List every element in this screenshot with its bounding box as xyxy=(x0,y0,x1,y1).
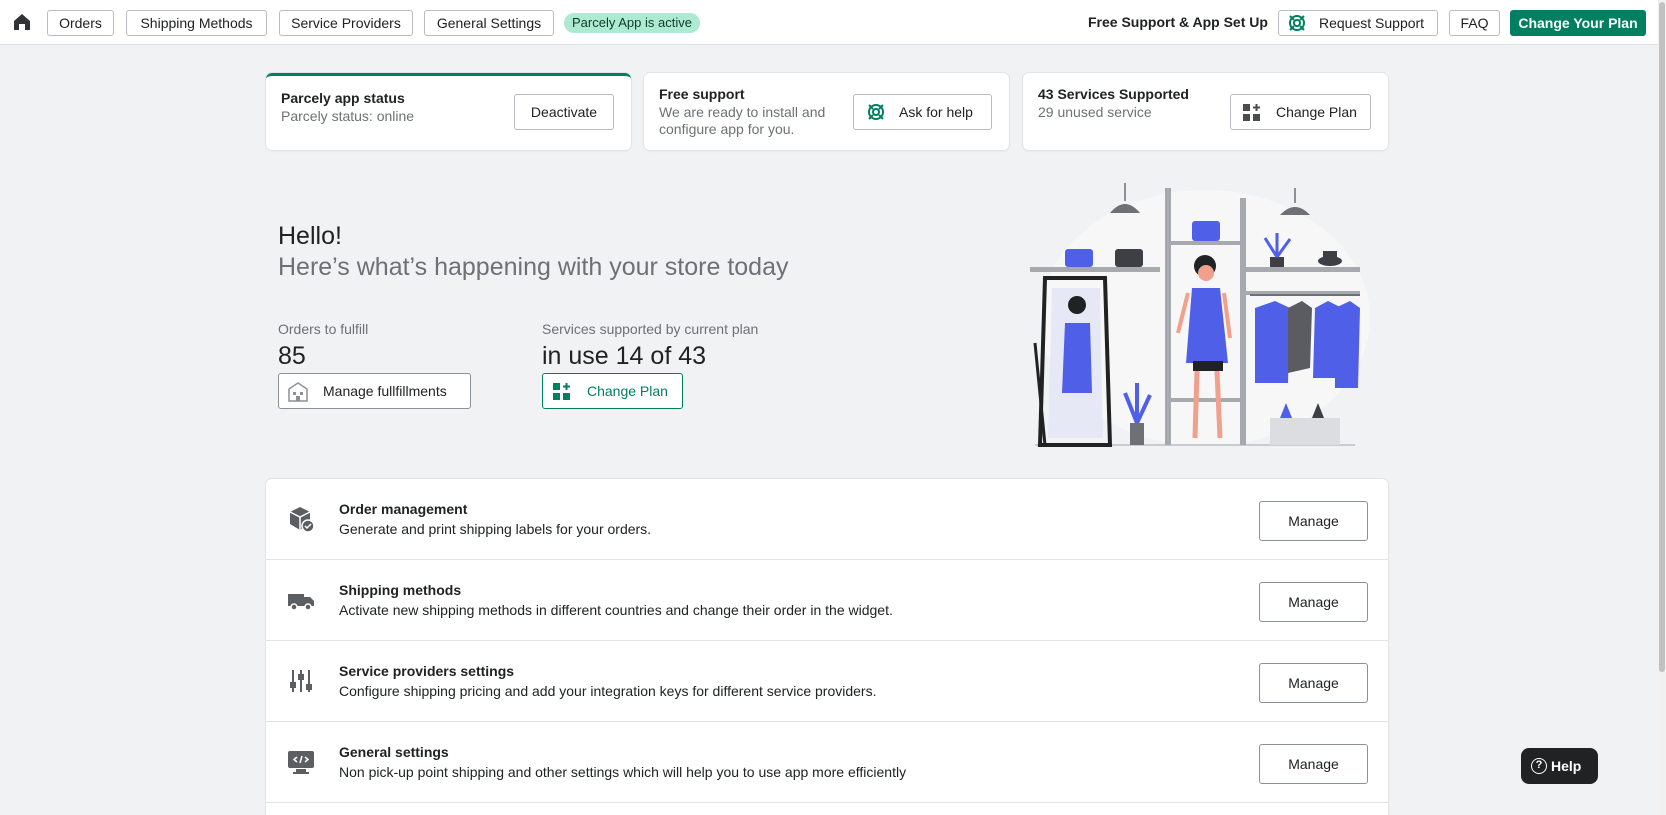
list-item: Order management Generate and print ship… xyxy=(266,479,1388,560)
shipping-methods-title: Shipping methods xyxy=(339,582,462,598)
help-button[interactable]: ? Help xyxy=(1521,748,1598,784)
help-label: Help xyxy=(1551,758,1582,774)
change-your-plan-button[interactable]: Change Your Plan xyxy=(1510,10,1646,36)
order-management-title: Order management xyxy=(339,501,468,517)
apps-plus-icon xyxy=(553,383,570,400)
scrollbar-thumb[interactable] xyxy=(1659,2,1665,672)
services-supported-label: Services supported by current plan xyxy=(542,321,759,337)
ask-for-help-button[interactable]: Ask for help xyxy=(853,94,992,130)
package-check-icon xyxy=(289,507,315,533)
service-providers-desc: Configure shipping pricing and add your … xyxy=(339,683,877,699)
faq-button[interactable]: FAQ xyxy=(1449,10,1500,36)
services-in-use-value: in use 14 of 43 xyxy=(542,342,707,370)
deactivate-button[interactable]: Deactivate xyxy=(514,94,614,130)
unused-services-subtitle: 29 unused service xyxy=(1038,104,1152,120)
card-change-plan-button[interactable]: Change Plan xyxy=(1230,94,1371,130)
building-icon xyxy=(288,382,308,402)
lifebuoy-icon xyxy=(868,104,884,120)
home-icon[interactable] xyxy=(12,12,32,32)
nav-service-providers-button[interactable]: Service Providers xyxy=(279,10,413,36)
manage-shipping-methods-button[interactable]: Manage xyxy=(1259,582,1368,622)
app-status-title: Parcely app status xyxy=(281,90,405,106)
app-status-card: Parcely app status Parcely status: onlin… xyxy=(266,73,631,150)
free-support-title: Free support xyxy=(659,86,745,102)
orders-to-fulfill-label: Orders to fulfill xyxy=(278,321,369,337)
hello-heading: Hello! xyxy=(278,222,342,250)
sliders-icon xyxy=(290,670,312,692)
shipping-methods-desc: Activate new shipping methods in differe… xyxy=(339,602,893,618)
manage-service-providers-button[interactable]: Manage xyxy=(1259,663,1368,703)
orders-to-fulfill-value: 85 xyxy=(278,342,306,370)
nav-orders-button[interactable]: Orders xyxy=(47,10,114,36)
services-supported-card: 43 Services Supported 29 unused service … xyxy=(1023,73,1388,150)
page-scrollbar[interactable] xyxy=(1658,0,1666,815)
free-support-subtitle-line2: configure app for you. xyxy=(659,121,795,137)
free-support-subtitle-line1: We are ready to install and xyxy=(659,104,826,120)
features-list: Order management Generate and print ship… xyxy=(266,479,1388,815)
general-settings-title: General settings xyxy=(339,744,449,760)
manage-general-settings-button[interactable]: Manage xyxy=(1259,744,1368,784)
app-status-subtitle: Parcely status: online xyxy=(281,108,415,124)
service-providers-title: Service providers settings xyxy=(339,663,515,679)
manage-fulfillments-label: Manage fullfillments xyxy=(323,383,447,399)
nav-shipping-methods-button[interactable]: Shipping Methods xyxy=(126,10,267,36)
lifebuoy-icon xyxy=(1289,15,1305,31)
nav-general-settings-button[interactable]: General Settings xyxy=(424,10,554,36)
free-support-card: Free support We are ready to install and… xyxy=(644,73,1009,150)
hero-change-plan-button[interactable]: Change Plan xyxy=(542,373,683,409)
hero-change-plan-label: Change Plan xyxy=(587,383,668,399)
top-navigation-bar: Orders Shipping Methods Service Provider… xyxy=(0,0,1666,45)
app-status-badge: Parcely App is active xyxy=(564,13,700,33)
card-change-plan-label: Change Plan xyxy=(1276,104,1357,120)
list-item: Shipping methods Activate new shipping m… xyxy=(266,560,1388,641)
apps-plus-icon xyxy=(1243,104,1260,121)
list-item: General settings Non pick-up point shipp… xyxy=(266,722,1388,803)
free-support-label: Free Support & App Set Up xyxy=(1088,14,1268,30)
monitor-code-icon xyxy=(288,751,314,774)
hero-subtitle: Here’s what’s happening with your store … xyxy=(278,253,789,281)
order-management-desc: Generate and print shipping labels for y… xyxy=(339,521,652,537)
services-supported-title: 43 Services Supported xyxy=(1038,86,1189,102)
manage-fulfillments-button[interactable]: Manage fullfillments xyxy=(278,373,471,409)
boutique-illustration xyxy=(1030,183,1370,447)
ask-for-help-label: Ask for help xyxy=(899,104,973,120)
request-support-button[interactable]: Request Support xyxy=(1278,10,1438,36)
request-support-label: Request Support xyxy=(1319,15,1425,31)
truck-icon xyxy=(288,594,314,611)
list-item: Service providers settings Configure shi… xyxy=(266,641,1388,722)
general-settings-desc: Non pick-up point shipping and other set… xyxy=(339,764,907,780)
manage-orders-button[interactable]: Manage xyxy=(1259,501,1368,541)
question-icon: ? xyxy=(1531,758,1547,774)
